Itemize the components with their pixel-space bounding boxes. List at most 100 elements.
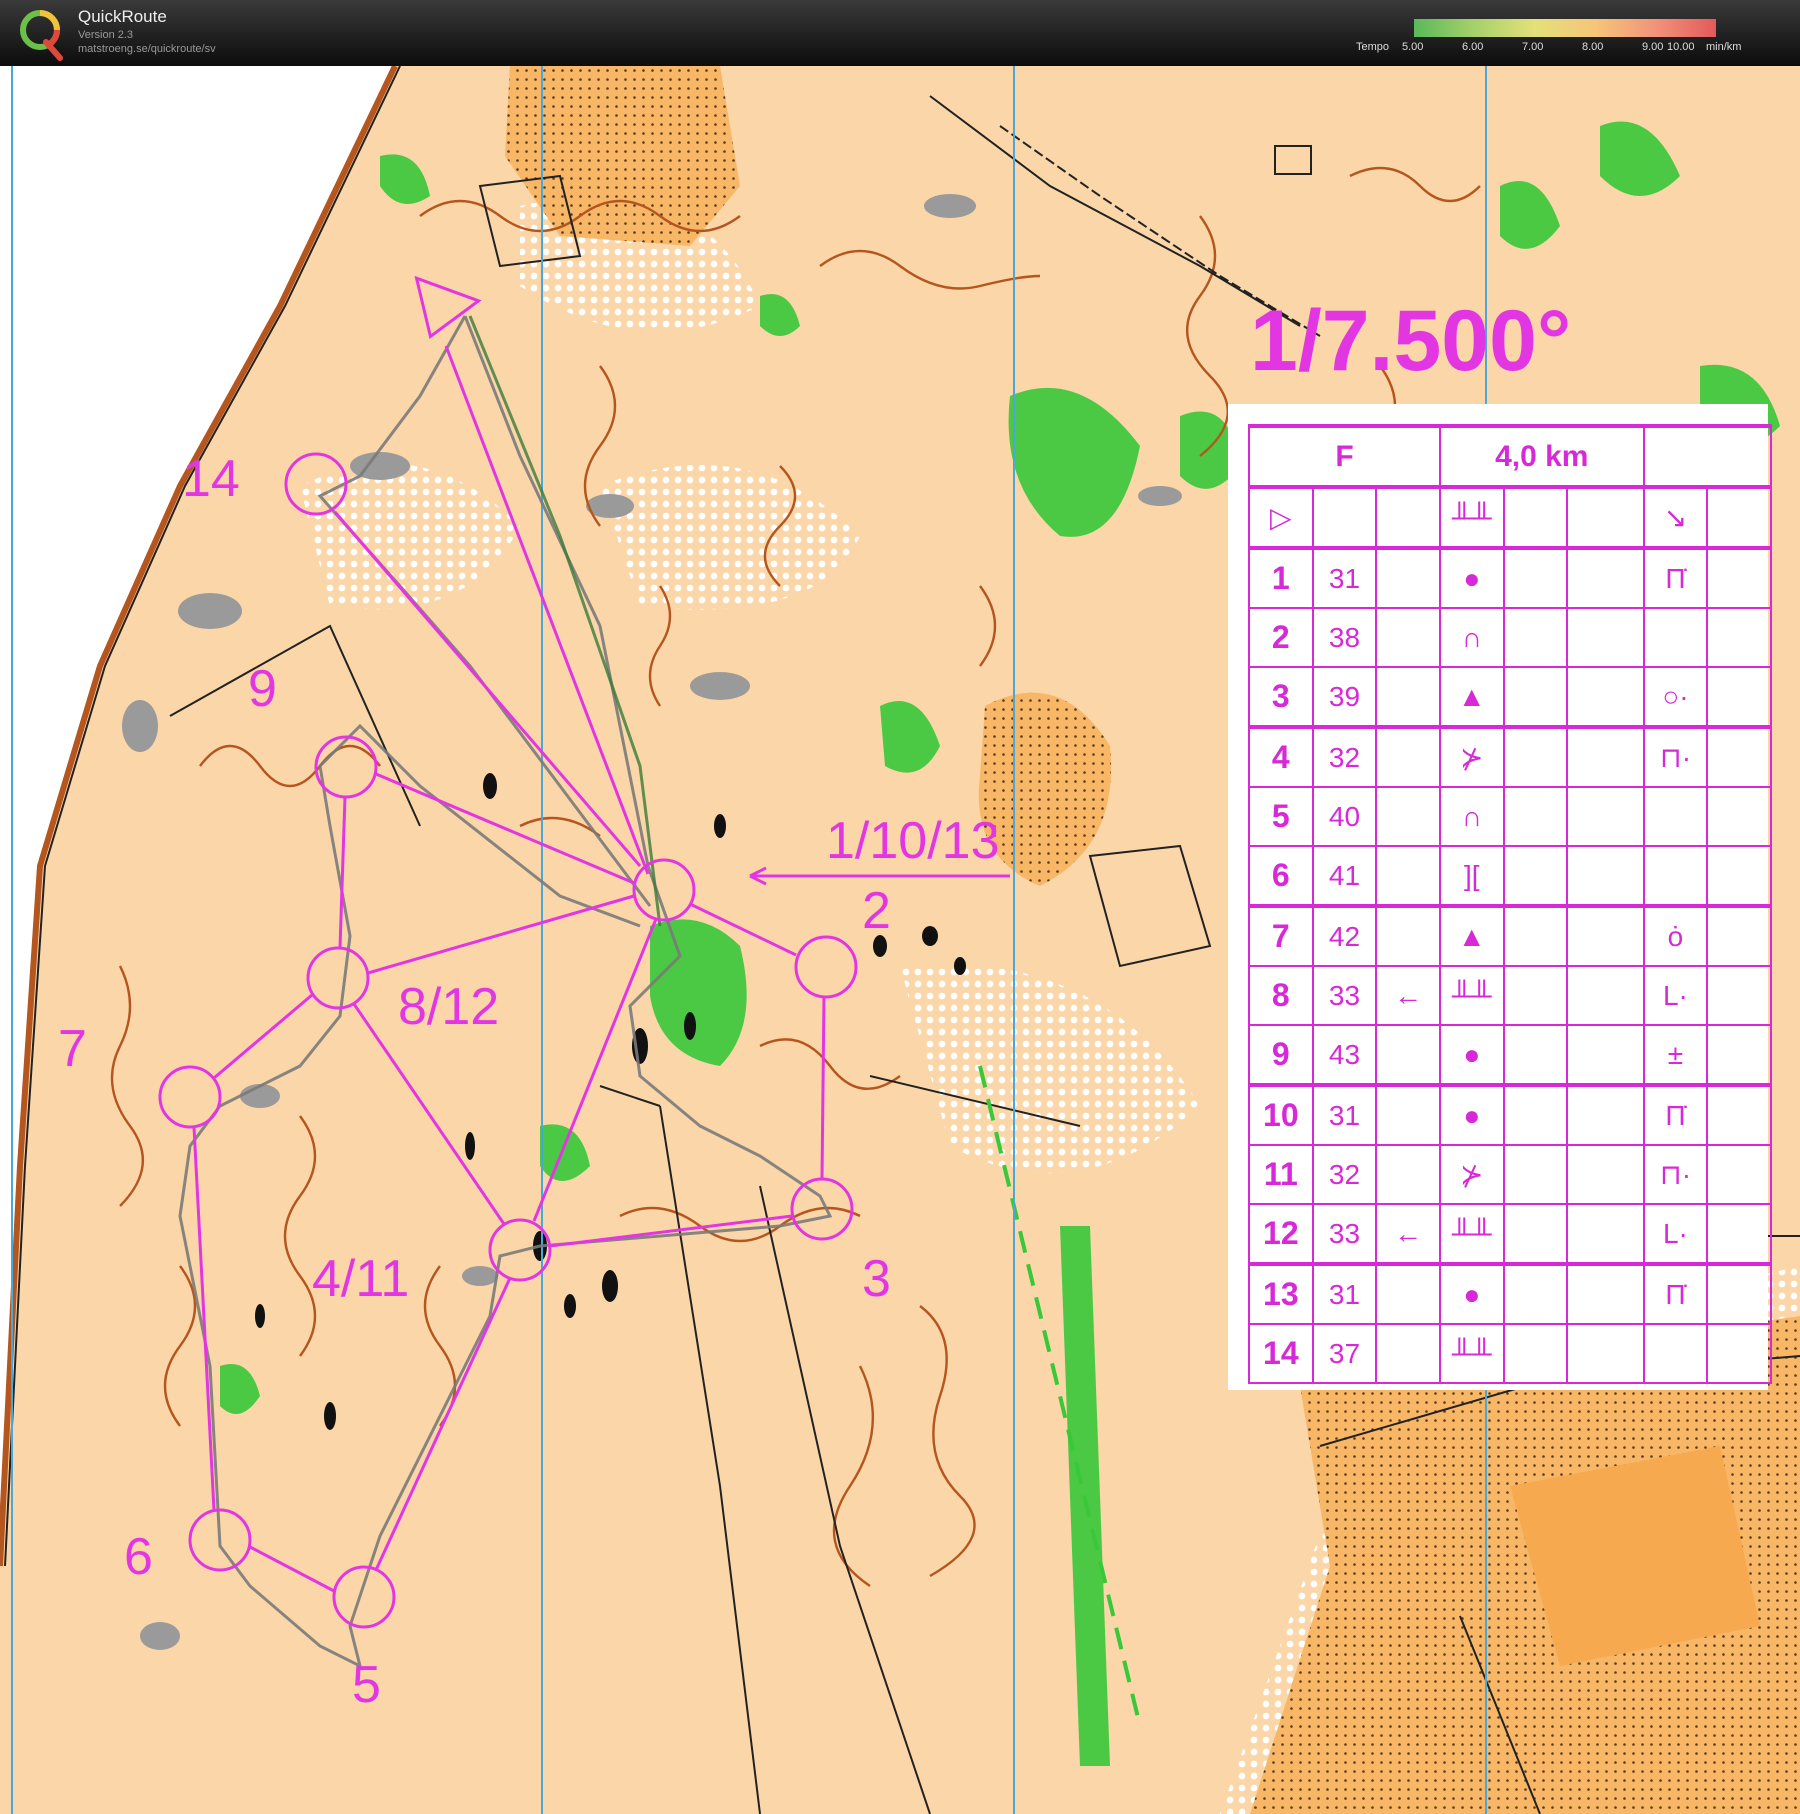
- direction-symbol-icon: ←: [1375, 965, 1441, 1026]
- feature-symbol-icon: ╨╨: [1438, 965, 1505, 1026]
- start-symbol-icon: ▷: [1248, 485, 1314, 549]
- control-description-row: 5 40 ∩: [1248, 786, 1772, 847]
- control-number: 14: [1248, 1323, 1314, 1384]
- direction-symbol-icon: [1375, 546, 1441, 609]
- control-code: 40: [1311, 786, 1378, 847]
- location-symbol-icon: Π̇: [1642, 1083, 1709, 1146]
- control-number: 1: [1248, 546, 1314, 609]
- tempo-tick: 5.00: [1402, 41, 1424, 53]
- feature-symbol-icon: ▲: [1438, 904, 1505, 967]
- control-number: 3: [1248, 666, 1314, 728]
- location-symbol-icon: L·: [1642, 1203, 1709, 1265]
- location-symbol-icon: ±: [1642, 1024, 1709, 1086]
- tempo-tick: 10.00: [1667, 41, 1695, 53]
- location-symbol-icon: [1642, 845, 1709, 907]
- control-label: 7: [58, 1020, 87, 1078]
- location-symbol-icon: [1642, 1323, 1709, 1384]
- control-number: 7: [1248, 904, 1314, 967]
- control-description-row: 11 32 ⊁ ⊓·: [1248, 1144, 1772, 1205]
- course-class: F: [1248, 424, 1441, 488]
- control-code: 41: [1311, 845, 1378, 907]
- location-symbol-icon: L·: [1642, 965, 1709, 1026]
- direction-symbol-icon: [1375, 725, 1441, 788]
- control-code: 37: [1311, 1323, 1378, 1384]
- direction-symbol-icon: [1375, 786, 1441, 847]
- direction-symbol-icon: [1375, 1262, 1441, 1325]
- control-number: 5: [1248, 786, 1314, 847]
- feature-symbol-icon: ●: [1438, 546, 1505, 609]
- control-label: 5: [352, 1656, 381, 1714]
- control-code: 31: [1311, 1262, 1378, 1325]
- control-code: 42: [1311, 904, 1378, 967]
- tempo-tick: 6.00: [1462, 41, 1484, 53]
- control-code: 32: [1311, 725, 1378, 788]
- control-description-row: 10 31 ● Π̇: [1248, 1083, 1772, 1146]
- direction-symbol-icon: ←: [1375, 1203, 1441, 1265]
- control-number: 9: [1248, 1024, 1314, 1086]
- feature-symbol-icon: ⊁: [1438, 725, 1505, 788]
- control-descriptions-table: F 4,0 km ▷ ╨╨ ↘ 1 31 ● Π̇ 2 38 ∩ 3 39 ▲ ○· 4 32 ⊁ ⊓· 5 4…: [1248, 424, 1773, 1384]
- location-symbol-icon: Π̇: [1642, 1262, 1709, 1325]
- control-number: 2: [1248, 607, 1314, 668]
- direction-symbol-icon: [1375, 1024, 1441, 1086]
- control-label: 4/11: [312, 1250, 409, 1308]
- control-label: 1/10/13: [826, 812, 1000, 870]
- quickroute-logo-icon: [20, 10, 63, 61]
- control-number: 8: [1248, 965, 1314, 1026]
- path-symbol-icon: ╨╨: [1438, 485, 1505, 549]
- tempo-unit: min/km: [1706, 41, 1742, 53]
- control-code: 31: [1311, 1083, 1378, 1146]
- direction-symbol-icon: [1375, 1323, 1441, 1384]
- control-code: 32: [1311, 1144, 1378, 1205]
- app-version: Version 2.3: [78, 29, 134, 41]
- location-symbol-icon: [1642, 607, 1709, 668]
- direction-symbol-icon: [1375, 607, 1441, 668]
- feature-symbol-icon: ●: [1438, 1083, 1505, 1146]
- feature-symbol-icon: ●: [1438, 1262, 1505, 1325]
- control-code: 33: [1311, 1203, 1378, 1265]
- app-title: QuickRoute: [78, 7, 167, 26]
- control-description-row: 4 32 ⊁ ⊓·: [1248, 725, 1772, 788]
- course-length: 4,0 km: [1438, 424, 1645, 488]
- control-label: 14: [182, 450, 240, 508]
- map-scale-label: 1/7.500°: [1250, 293, 1571, 389]
- control-label: 2: [862, 882, 891, 940]
- app-url: matstroeng.se/quickroute/sv: [78, 43, 216, 55]
- control-description-rows: 1 31 ● Π̇ 2 38 ∩ 3 39 ▲ ○· 4 32 ⊁ ⊓· 5 40 ∩ 6 41][7 42 ▲ ȯ 8 33 ←…: [1248, 546, 1772, 1384]
- control-number: 12: [1248, 1203, 1314, 1265]
- tempo-label: Tempo: [1356, 41, 1390, 53]
- location-symbol-icon: ⊓·: [1642, 1144, 1709, 1205]
- control-descriptions-panel: F 4,0 km ▷ ╨╨ ↘ 1 31 ● Π̇ 2 38 ∩ 3 39 ▲ ○· 4 32 ⊁ ⊓· 5 4…: [1228, 404, 1773, 1390]
- feature-symbol-icon: ][: [1438, 845, 1505, 907]
- control-number: 4: [1248, 725, 1314, 788]
- control-number: 10: [1248, 1083, 1314, 1146]
- control-number: 13: [1248, 1262, 1314, 1325]
- control-code: 43: [1311, 1024, 1378, 1086]
- control-description-row: 8 33 ← ╨╨ L·: [1248, 965, 1772, 1026]
- tempo-tick: 7.00: [1522, 41, 1544, 53]
- feature-symbol-icon: ∩: [1438, 786, 1505, 847]
- app-header: QuickRoute Version 2.3 matstroeng.se/qui…: [0, 0, 1800, 66]
- location-symbol-icon: ○·: [1642, 666, 1709, 728]
- feature-symbol-icon: ╨╨: [1438, 1203, 1505, 1265]
- feature-symbol-icon: ▲: [1438, 666, 1505, 728]
- control-description-row: 1 31 ● Π̇: [1248, 546, 1772, 609]
- control-description-row: 2 38 ∩: [1248, 607, 1772, 668]
- location-symbol-icon: ȯ: [1642, 904, 1709, 967]
- location-symbol-icon: ⊓·: [1642, 725, 1709, 788]
- control-label: 3: [862, 1250, 891, 1308]
- control-description-row: 6 41][: [1248, 845, 1772, 907]
- control-description-row: 12 33 ← ╨╨ L·: [1248, 1203, 1772, 1265]
- feature-symbol-icon: ╨╨: [1438, 1323, 1505, 1384]
- crossing-symbol-icon: ↘: [1642, 485, 1709, 549]
- tempo-color-scale: [1414, 19, 1716, 37]
- direction-symbol-icon: [1375, 1144, 1441, 1205]
- direction-symbol-icon: [1375, 845, 1441, 907]
- location-symbol-icon: Π̇: [1642, 546, 1709, 609]
- direction-symbol-icon: [1375, 1083, 1441, 1146]
- location-symbol-icon: [1642, 786, 1709, 847]
- feature-symbol-icon: ●: [1438, 1024, 1505, 1086]
- control-code: 33: [1311, 965, 1378, 1026]
- tempo-tick: 9.00: [1642, 41, 1664, 53]
- feature-symbol-icon: ⊁: [1438, 1144, 1505, 1205]
